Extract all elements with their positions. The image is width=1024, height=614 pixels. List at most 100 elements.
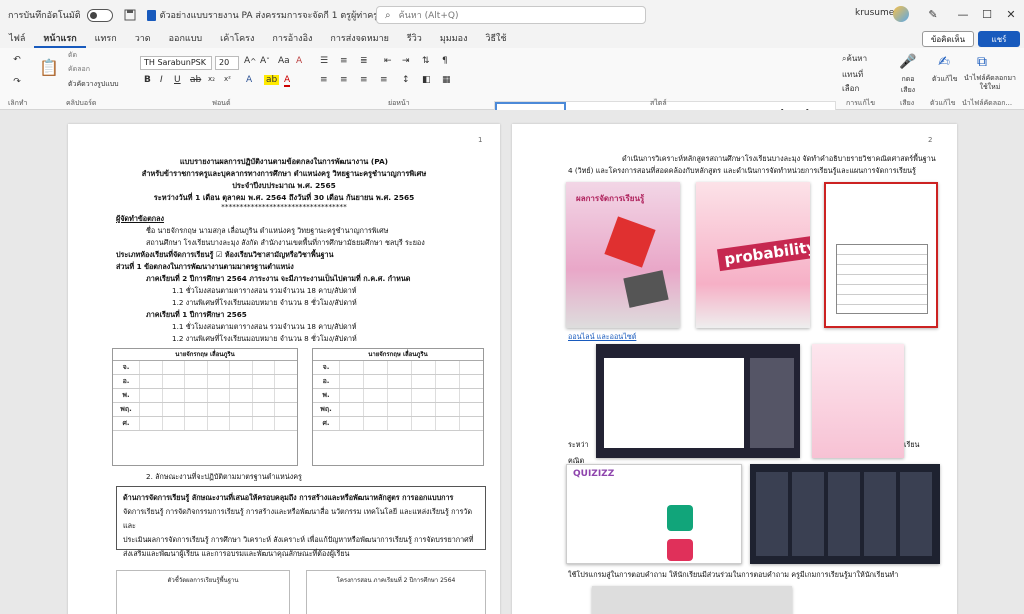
cover-image-learning[interactable]: ผลการจัดการเรียนรู้: [566, 182, 680, 328]
undo-icon[interactable]: ↶: [8, 52, 26, 68]
superscript-icon[interactable]: x²: [224, 75, 231, 83]
shared-screen: [604, 358, 744, 448]
tab-mailings[interactable]: การส่งจดหมาย: [321, 30, 398, 48]
report-subtitle: สำหรับข้าราชการครูและบุคลากรทางการศึกษา …: [141, 169, 427, 178]
page-2[interactable]: 2 ดำเนินการวิเคราะห์หลักสูตรสถานศึกษาโรง…: [512, 124, 957, 614]
font-color-icon[interactable]: A: [284, 75, 291, 87]
text-effects-icon[interactable]: A: [246, 75, 252, 85]
menu-bar: ไฟล์ หน้าแรก แทรก วาด ออกแบบ เค้าโครง กา…: [0, 30, 1024, 48]
report-fiscal-year: ประจำปีงบประมาณ พ.ศ. 2565: [232, 181, 336, 190]
strikethrough-icon[interactable]: ab: [190, 75, 201, 85]
clear-format-icon[interactable]: A: [296, 56, 302, 66]
font-name-select[interactable]: TH SarabunPSK: [140, 56, 212, 70]
subscript-icon[interactable]: x₂: [208, 75, 215, 83]
box-line-1: ด้านการจัดการเรียนรู้ ลักษณะงานที่เสนอให…: [123, 493, 454, 502]
line-spacing-icon[interactable]: ↕: [402, 75, 410, 85]
shading-icon[interactable]: ◧: [422, 75, 431, 85]
sort-icon[interactable]: ⇅: [422, 56, 430, 66]
highlight-icon[interactable]: ab: [264, 75, 280, 85]
tab-layout[interactable]: เค้าโครง: [211, 30, 263, 48]
page-1[interactable]: 1 แบบรายงานผลการปฏิบัติงานตามข้อตกลงในกา…: [68, 124, 500, 614]
tab-insert[interactable]: แทรก: [86, 30, 126, 48]
close-icon[interactable]: ✕: [996, 4, 1024, 24]
online-class-screenshot[interactable]: [596, 344, 800, 458]
copy-button[interactable]: คัดลอก: [68, 64, 90, 75]
participant-grid: [756, 472, 934, 556]
schedule-table-left: นายจักรกฤษ เลื่อนภูริน จ. อ. พ. พฤ. ศ.: [112, 348, 298, 466]
special-work-1: 1.2 งานพิเศษที่โรงเรียนมอบหมาย จำนวน 8 ช…: [172, 298, 357, 307]
bullets-icon[interactable]: ☰: [320, 56, 328, 66]
font-case-icon[interactable]: Aa: [278, 56, 290, 66]
show-marks-icon[interactable]: ¶: [442, 56, 448, 66]
find-label: ค้นหา: [846, 54, 868, 63]
group-editing-label: การแก้ไข: [846, 99, 875, 107]
cut-button[interactable]: ตัด: [68, 50, 77, 61]
bold-icon[interactable]: B: [144, 75, 151, 85]
comments-button[interactable]: ข้อคิดเห็น: [922, 31, 974, 47]
numbering-icon[interactable]: ≡: [340, 56, 348, 66]
tab-file[interactable]: ไฟล์: [0, 30, 34, 48]
video-meeting-screenshot[interactable]: [750, 464, 940, 564]
autosave-toggle[interactable]: [86, 8, 113, 22]
tab-home[interactable]: หน้าแรก: [34, 30, 86, 48]
thumbnail-course-plan-title: โครงการสอน ภาคเรียนที่ 2 ปีการศึกษา 2564: [336, 577, 456, 584]
classroom-photo[interactable]: [812, 344, 904, 458]
search-icon: ⌕: [385, 9, 391, 21]
find-button[interactable]: ⌕ ค้นหา: [842, 52, 867, 65]
multilevel-list-icon[interactable]: ≣: [360, 56, 368, 66]
table-row: อ.: [113, 375, 297, 389]
day-label: จ.: [322, 363, 330, 371]
dictate-icon[interactable]: 🎤: [898, 52, 918, 72]
document-canvas[interactable]: 1 แบบรายงานผลการปฏิบัติงานตามข้อตกลงในกา…: [0, 110, 1024, 614]
decrease-indent-icon[interactable]: ⇤: [384, 56, 392, 66]
avatar[interactable]: [893, 6, 909, 22]
share-label: แชร์: [991, 34, 1007, 44]
share-button[interactable]: แชร์: [978, 31, 1020, 47]
tab-references[interactable]: การอ้างอิง: [263, 30, 321, 48]
align-right-icon[interactable]: ≡: [360, 75, 368, 85]
tab-design[interactable]: ออกแบบ: [160, 30, 212, 48]
quiz-tile: [667, 505, 693, 531]
shrink-font-icon[interactable]: Aˇ: [260, 56, 270, 66]
word-doc-icon: [146, 9, 156, 21]
paste-icon[interactable]: 📋: [38, 52, 60, 82]
table-row: จ.: [313, 361, 483, 375]
day-label: จ.: [122, 363, 130, 371]
italic-icon[interactable]: I: [160, 75, 163, 85]
align-left-icon[interactable]: ≡: [320, 75, 328, 85]
underline-icon[interactable]: U: [174, 75, 181, 85]
cover-image-worksheet[interactable]: [824, 182, 938, 328]
tab-review[interactable]: รีวิว: [398, 30, 431, 48]
thumbnail-indicators-title: ตัวชี้วัดผลการเรียนรู้พื้นฐาน: [167, 577, 239, 584]
probability-title: probability: [716, 234, 810, 272]
special-work-2: 1.2 งานพิเศษที่โรงเรียนมอบหมาย จำนวน 8 ช…: [172, 334, 357, 343]
dice-image: [604, 216, 656, 268]
align-center-icon[interactable]: ≡: [340, 75, 348, 85]
search-box[interactable]: ⌕ ค้นหา (Alt+Q): [376, 6, 646, 24]
cover-title: ผลการจัดการเรียนรู้: [576, 194, 645, 203]
save-icon[interactable]: [121, 6, 139, 24]
tab-help[interactable]: วิธีใช้: [476, 30, 515, 48]
cover-image-probability[interactable]: probability: [696, 182, 810, 328]
select-button[interactable]: เลือก: [842, 82, 859, 95]
font-size-select[interactable]: 20: [215, 56, 239, 70]
group-styles-label: สไตล์: [650, 99, 667, 107]
report-title: แบบรายงานผลการปฏิบัติงานตามข้อตกลงในการพ…: [179, 157, 389, 166]
format-painter-button[interactable]: ตัวคัดวางรูปแบบ: [68, 79, 119, 90]
editor-icon[interactable]: ✍: [934, 52, 954, 72]
tab-view[interactable]: มุมมอง: [431, 30, 477, 48]
grow-font-icon[interactable]: A ^: [244, 56, 256, 66]
tab-draw[interactable]: วาด: [126, 30, 160, 48]
bottom-photo[interactable]: [592, 586, 792, 614]
increase-indent-icon[interactable]: ⇥: [402, 56, 410, 66]
participants-panel: [750, 358, 794, 448]
section-agreement-maker: ผู้จัดทำข้อตกลง: [116, 214, 165, 223]
redo-icon[interactable]: ↷: [8, 74, 26, 90]
borders-icon[interactable]: ▦: [442, 75, 451, 85]
reuse-files-icon[interactable]: ⧉: [972, 52, 992, 72]
justify-icon[interactable]: ≡: [380, 75, 388, 85]
quizizz-screenshot[interactable]: QUIZIZZ: [566, 464, 742, 564]
pen-icon[interactable]: ✎: [918, 4, 948, 24]
autosave[interactable]: การบันทึกอัตโนมัติ: [8, 8, 113, 22]
replace-button[interactable]: แทนที่: [842, 68, 863, 81]
